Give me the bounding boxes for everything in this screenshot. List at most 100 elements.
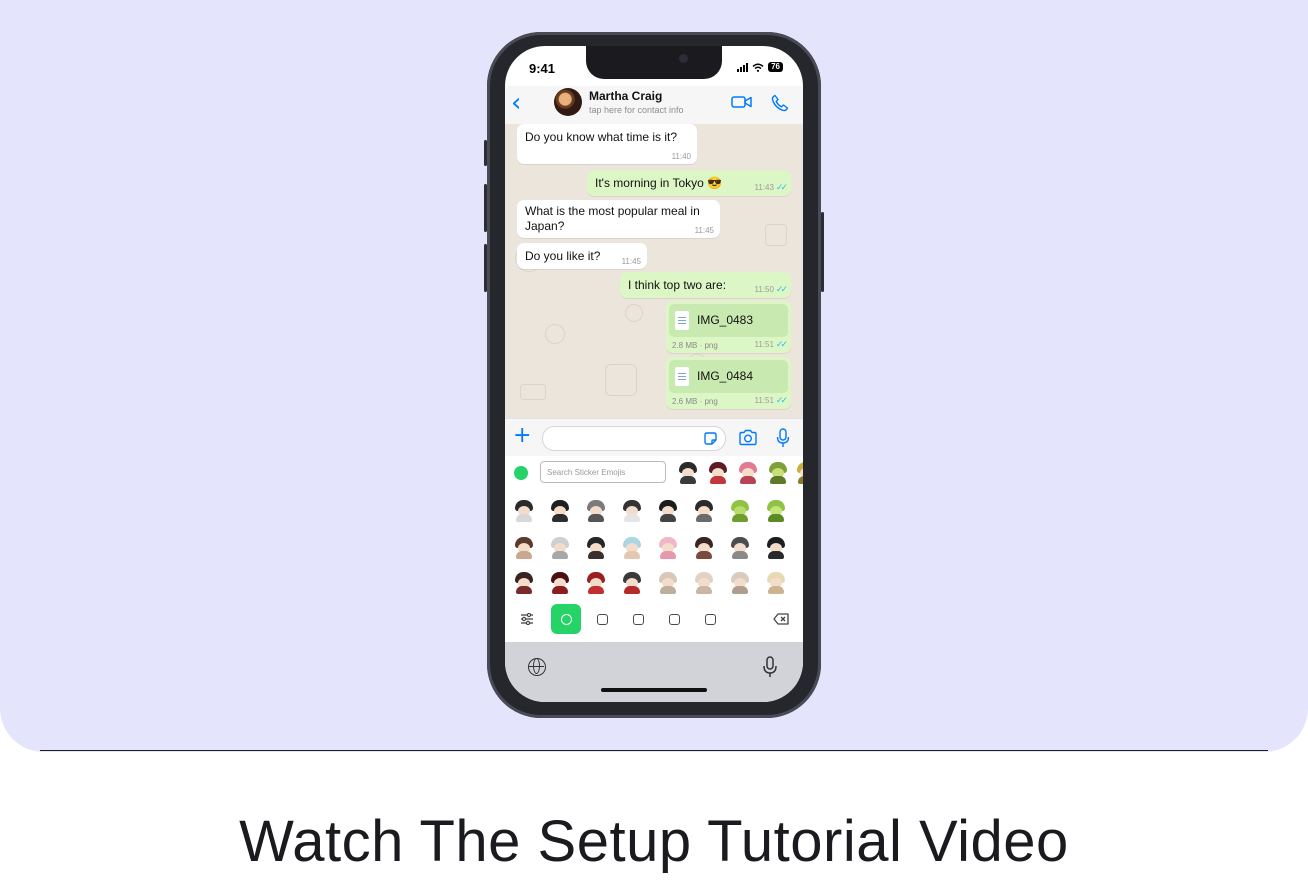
avatar[interactable]	[554, 88, 582, 116]
wifi-icon	[752, 63, 764, 72]
dictation-mic-icon[interactable]	[762, 656, 778, 678]
message-time: 11:45	[621, 257, 641, 266]
file-attachment[interactable]: IMG_0483	[669, 304, 788, 337]
read-receipt-icon: ✓✓	[775, 182, 788, 192]
sticker[interactable]	[765, 537, 787, 559]
sticker-search-input[interactable]: Search Sticker Emojis	[540, 461, 666, 483]
sticker-tab[interactable]	[587, 604, 617, 634]
emoji-tab[interactable]	[551, 604, 581, 634]
message-input-bar: +	[505, 418, 803, 457]
sticker[interactable]	[729, 537, 751, 559]
front-camera	[679, 54, 688, 63]
back-icon[interactable]: ‹	[511, 90, 529, 116]
message-time: 11:43	[754, 183, 774, 192]
gif-icon	[632, 613, 644, 625]
whatsapp-icon[interactable]	[514, 466, 528, 480]
message-time: 11:51	[754, 340, 774, 349]
sticker-icon[interactable]	[703, 431, 718, 446]
sticker[interactable]	[693, 500, 715, 522]
sticker[interactable]	[549, 500, 571, 522]
contact-subtitle[interactable]: tap here for contact info	[589, 105, 684, 115]
message-text: I think top two are:	[628, 278, 727, 292]
sticker[interactable]	[795, 462, 803, 484]
sticker[interactable]	[657, 537, 679, 559]
camera-icon[interactable]	[738, 429, 758, 446]
sticker[interactable]	[657, 572, 679, 594]
sticker-settings-tab[interactable]	[512, 604, 542, 634]
message-text: Do you like it?	[525, 249, 601, 263]
chat-area[interactable]: Do you know what time is it? 11:40 It's …	[505, 124, 803, 418]
message-bubble[interactable]: Do you know what time is it? 11:40	[517, 124, 697, 164]
sticker[interactable]	[765, 500, 787, 522]
sticker[interactable]	[693, 572, 715, 594]
sliders-icon	[521, 613, 533, 625]
smiley-icon	[560, 613, 572, 625]
sticker[interactable]	[767, 462, 789, 484]
sticker[interactable]	[657, 500, 679, 522]
file-attachment[interactable]: IMG_0484	[669, 360, 788, 393]
signal-icon	[737, 62, 749, 72]
sticker[interactable]	[621, 572, 643, 594]
sticker[interactable]	[707, 462, 729, 484]
volume-down-button	[484, 244, 487, 292]
sticker[interactable]	[729, 572, 751, 594]
backspace-key[interactable]	[765, 604, 797, 634]
read-receipt-icon: ✓✓	[775, 284, 788, 294]
file-name: IMG_0483	[697, 313, 754, 327]
sticker[interactable]	[585, 537, 607, 559]
sticker[interactable]	[585, 500, 607, 522]
keyboard-bottom-bar	[505, 642, 803, 702]
globe-icon[interactable]	[528, 658, 546, 676]
sticker[interactable]	[585, 572, 607, 594]
plus-icon[interactable]: +	[513, 423, 531, 448]
message-time: 11:51	[754, 396, 774, 405]
side-button	[821, 212, 824, 292]
document-tab-icon	[704, 613, 716, 625]
sticker[interactable]	[513, 500, 535, 522]
video-call-icon[interactable]	[731, 94, 753, 110]
sticker-tab-bar	[505, 596, 803, 636]
file-size: 2.6 MB · png	[672, 397, 718, 406]
message-text: Do you know what time is it?	[525, 130, 678, 144]
avatar-tab[interactable]	[659, 604, 689, 634]
document-icon	[675, 311, 689, 330]
microphone-icon[interactable]	[776, 428, 790, 448]
message-bubble[interactable]: I think top two are: 11:50 ✓✓	[620, 272, 791, 298]
sticker[interactable]	[737, 462, 759, 484]
message-bubble[interactable]: Do you like it? 11:45	[517, 243, 647, 269]
sticker[interactable]	[549, 537, 571, 559]
sticker[interactable]	[729, 500, 751, 522]
read-receipt-icon: ✓✓	[775, 339, 788, 349]
message-text: What is the most popular meal in Japan?	[525, 204, 700, 233]
message-input[interactable]	[542, 426, 726, 451]
notch	[586, 46, 722, 79]
sticker[interactable]	[549, 572, 571, 594]
sticker[interactable]	[513, 537, 535, 559]
sticker[interactable]	[621, 500, 643, 522]
status-time: 9:41	[529, 61, 556, 76]
sticker[interactable]	[513, 572, 535, 594]
file-message[interactable]: IMG_0483 2.8 MB · png 11:51 ✓✓	[666, 301, 791, 353]
sticker[interactable]	[693, 537, 715, 559]
phone-call-icon[interactable]	[771, 94, 789, 112]
contact-name[interactable]: Martha Craig	[589, 89, 662, 103]
message-time: 11:40	[671, 152, 691, 161]
sticker[interactable]	[621, 537, 643, 559]
message-bubble[interactable]: It's morning in Tokyo 😎 11:43 ✓✓	[587, 170, 791, 196]
message-text: It's morning in Tokyo 😎	[595, 176, 723, 190]
document-tab[interactable]	[695, 604, 725, 634]
file-message[interactable]: IMG_0484 2.6 MB · png 11:51 ✓✓	[666, 357, 791, 409]
divider-line	[40, 750, 1268, 751]
message-bubble[interactable]: What is the most popular meal in Japan? …	[517, 200, 720, 238]
hero-panel: 9:41 76 ‹ Martha Craig tap here for cont…	[0, 0, 1308, 752]
file-size: 2.8 MB · png	[672, 341, 718, 350]
sticker[interactable]	[677, 462, 699, 484]
sticker[interactable]	[765, 572, 787, 594]
document-icon	[675, 367, 689, 386]
gif-tab[interactable]	[623, 604, 653, 634]
backspace-icon	[773, 613, 789, 625]
wallpaper-doodle	[625, 304, 643, 322]
sticker-tab-icon	[596, 613, 608, 625]
tutorial-video-title[interactable]: Watch The Setup Tutorial Video	[0, 808, 1308, 875]
chat-header: ‹ Martha Craig tap here for contact info	[505, 86, 803, 125]
